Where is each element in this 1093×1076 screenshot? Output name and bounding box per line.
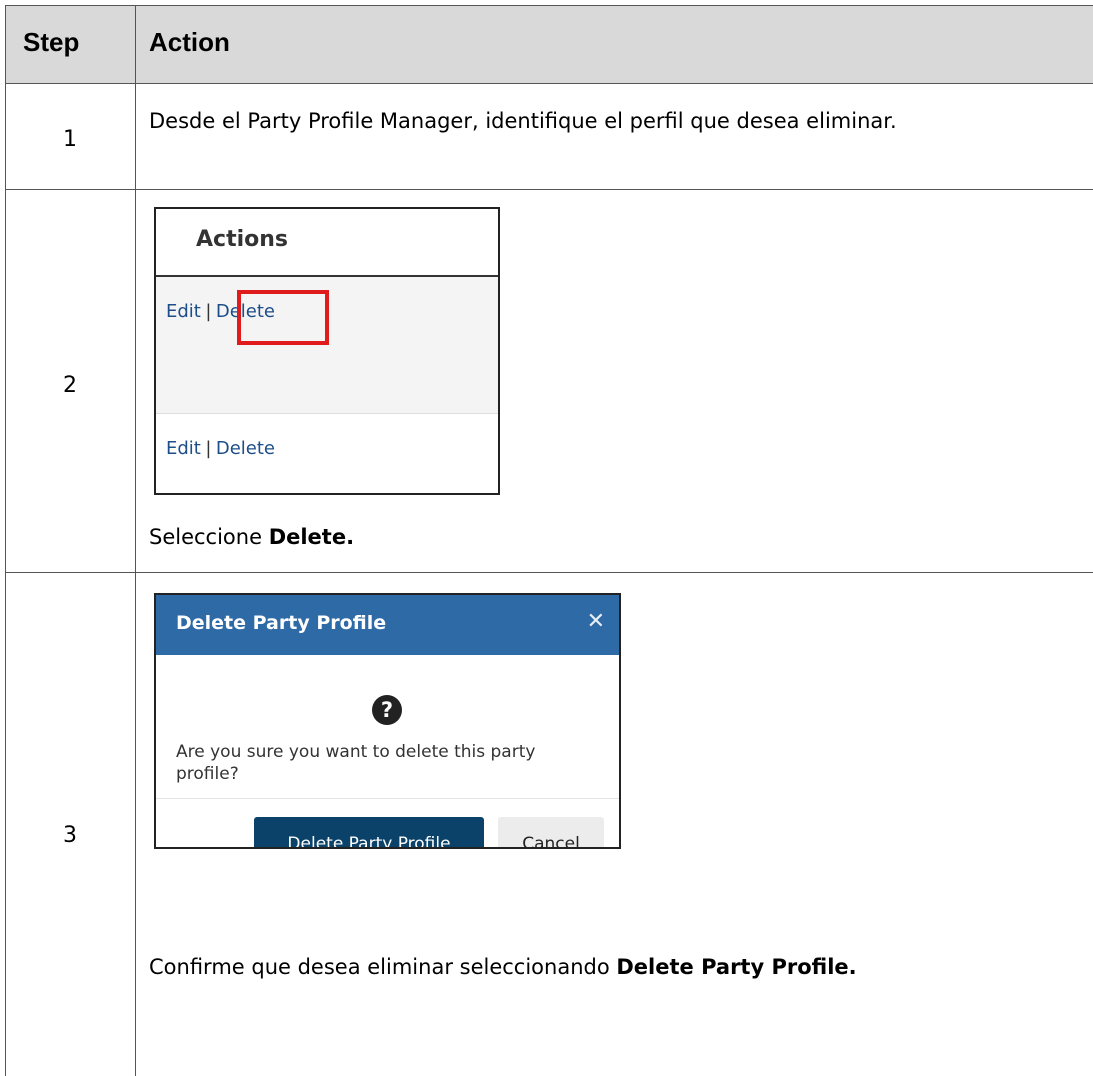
actions-title: Actions	[196, 227, 288, 252]
dialog-footer-divider	[156, 798, 619, 799]
step-1-text: Desde el Party Profile Manager, identifi…	[149, 109, 897, 133]
procedure-table: Step Action 1 2 3 Desde el Party Profile…	[5, 5, 1093, 1076]
header-step: Step	[23, 27, 80, 57]
actions-panel-screenshot: Actions Edit | Delete Edit | Delete	[154, 207, 500, 495]
dialog-message: Are you sure you want to delete this par…	[176, 742, 536, 784]
cancel-button[interactable]: Cancel	[498, 817, 604, 847]
delete-dialog-screenshot: Delete Party Profile ✕ ? Are you sure yo…	[154, 593, 621, 849]
close-icon[interactable]: ✕	[587, 609, 605, 634]
step-number-3: 3	[63, 823, 77, 848]
step-3-text: Confirme que desea eliminar seleccionand…	[149, 955, 857, 979]
link-separator: |	[205, 438, 212, 459]
delete-highlight-box	[237, 290, 329, 345]
header-action: Action	[149, 27, 230, 57]
delete-link[interactable]: Delete	[216, 438, 275, 459]
question-circle-icon: ?	[372, 695, 402, 725]
actions-row: Edit | Delete	[156, 414, 498, 493]
link-separator: |	[205, 301, 212, 322]
dialog-title: Delete Party Profile	[176, 612, 387, 634]
edit-link[interactable]: Edit	[166, 438, 201, 459]
step-number-2: 2	[63, 373, 77, 398]
actions-header: Actions	[156, 209, 498, 277]
delete-party-profile-button[interactable]: Delete Party Profile	[254, 817, 484, 847]
edit-link[interactable]: Edit	[166, 301, 201, 322]
dialog-header: Delete Party Profile ✕	[156, 595, 619, 655]
step-number-1: 1	[63, 127, 77, 152]
step-2-text: Seleccione Delete.	[149, 525, 355, 549]
